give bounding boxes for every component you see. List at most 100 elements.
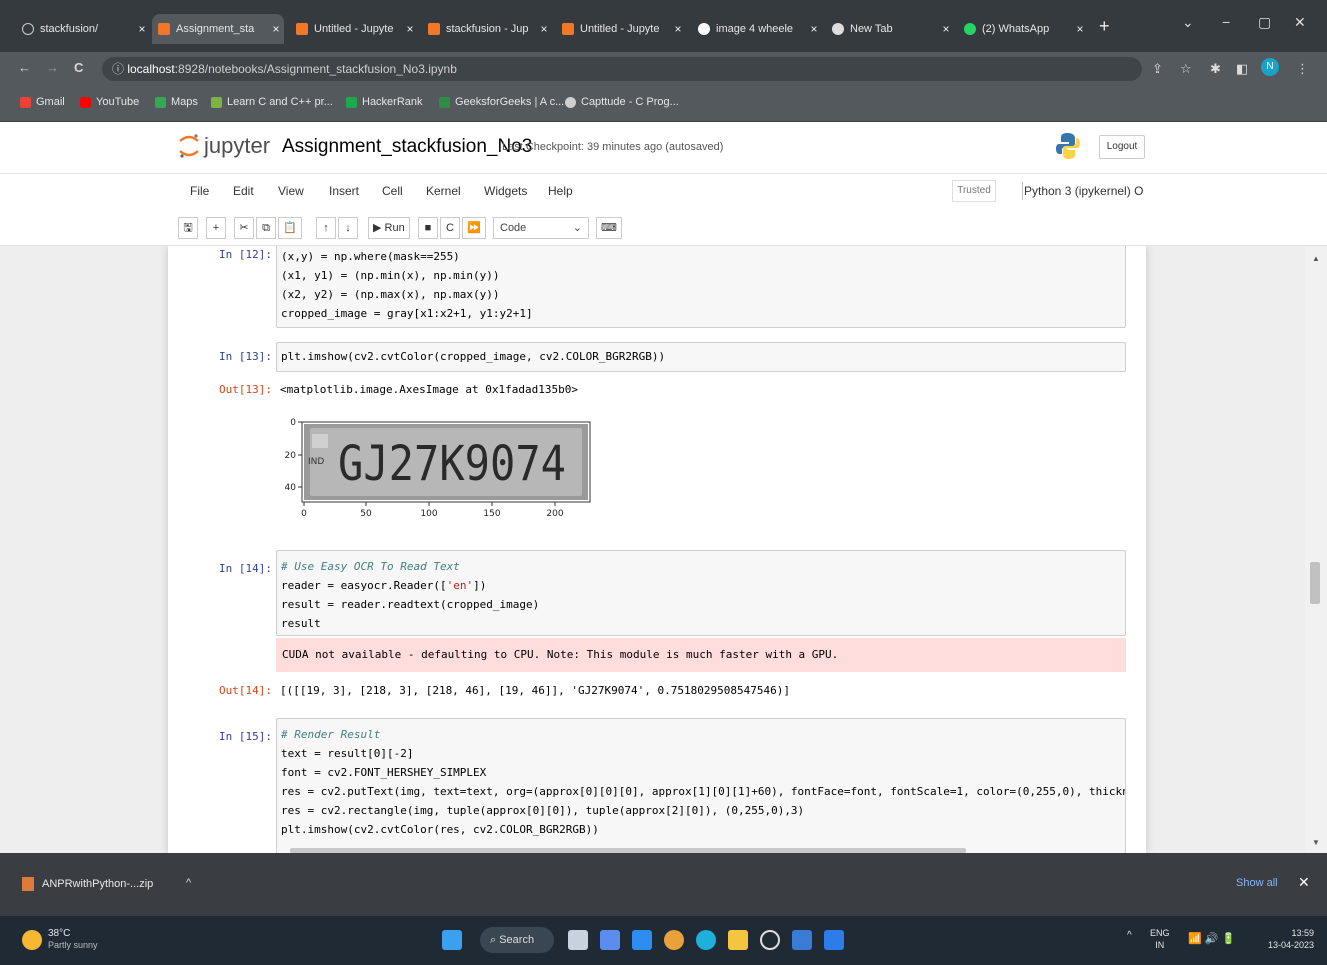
code-editor[interactable]: # Use Easy OCR To Read Text reader = easy…	[276, 550, 1126, 636]
jupyter-logo[interactable]: jupyter	[178, 132, 270, 160]
app-circle-icon[interactable]	[760, 930, 780, 950]
tab-close-icon[interactable]: ×	[1072, 22, 1088, 36]
scroll-down-icon[interactable]: ▼	[1312, 838, 1320, 847]
bookmark-maps[interactable]: Maps	[155, 96, 198, 108]
tab-stackfusion-jupyter[interactable]: stackfusion - Jup ×	[422, 14, 552, 44]
move-up-button[interactable]: ↑	[316, 217, 336, 239]
tab-close-icon[interactable]: ×	[938, 22, 954, 36]
restart-run-all-button[interactable]: ⏩	[462, 217, 486, 239]
edge-icon[interactable]	[696, 930, 716, 950]
trusted-badge[interactable]: Trusted	[952, 180, 996, 202]
tab-image-4-wheeler[interactable]: image 4 wheele ×	[692, 14, 822, 44]
scroll-up-icon[interactable]: ▲	[1312, 254, 1320, 263]
menu-file[interactable]: File	[190, 184, 209, 198]
language-indicator[interactable]: ENG IN	[1150, 927, 1170, 951]
clock[interactable]: 13:59 13-04-2023	[1268, 927, 1314, 951]
command-palette-button[interactable]: ⌨	[596, 217, 622, 239]
store-icon[interactable]	[632, 930, 652, 950]
code-cell-14[interactable]: In [14]: # Use Easy OCR To Read Text read…	[200, 550, 1126, 710]
plate-text: GJ27K9074	[338, 436, 566, 492]
bookmark-star-icon[interactable]: ☆	[1180, 61, 1192, 77]
code-cell-12[interactable]: In [12]: (x,y) = np.where(mask==255) (x1,…	[200, 246, 1126, 330]
windows-start-icon[interactable]	[442, 930, 462, 950]
menu-kernel[interactable]: Kernel	[426, 184, 461, 198]
notebook-title[interactable]: Assignment_stackfusion_No3	[282, 136, 532, 158]
sidepanel-icon[interactable]: ◧	[1236, 61, 1248, 77]
tray-overflow-icon[interactable]: ^	[1127, 930, 1132, 941]
cut-button[interactable]: ✂	[234, 217, 254, 239]
notebook-area: In [12]: (x,y) = np.where(mask==255) (x1,…	[0, 246, 1327, 853]
code-editor[interactable]: (x,y) = np.where(mask==255) (x1, y1) = (n…	[276, 246, 1126, 328]
task-view-icon[interactable]	[568, 930, 588, 950]
code-cell-13[interactable]: In [13]: plt.imshow(cv2.cvtColor(cropped…	[200, 342, 1126, 538]
code-cell-15[interactable]: In [15]: # Render Result text = result[0]…	[200, 718, 1126, 853]
tab-assignment[interactable]: Assignment_sta ×	[152, 14, 284, 44]
captitude-icon	[565, 96, 576, 108]
bookmark-geeksforgeeks[interactable]: GeeksforGeeks | A c...	[439, 96, 564, 108]
run-button[interactable]: ▶ Run	[368, 217, 410, 239]
menu-help[interactable]: Help	[548, 184, 573, 198]
tab-close-icon[interactable]: ×	[536, 22, 552, 36]
tab-search-icon[interactable]: ⌄	[1182, 14, 1194, 31]
cell-type-select[interactable]: Code ⌄	[493, 217, 589, 239]
gmail-icon	[20, 96, 31, 108]
menu-view[interactable]: View	[278, 184, 304, 198]
tab-new-tab[interactable]: New Tab ×	[826, 14, 954, 44]
code-editor[interactable]: # Render Result text = result[0][-2] font …	[276, 718, 1126, 853]
tab-close-icon[interactable]: ×	[134, 22, 150, 36]
tab-close-icon[interactable]: ×	[402, 22, 418, 36]
extensions-icon[interactable]: ✱	[1210, 61, 1221, 77]
tab-untitled-2[interactable]: Untitled - Jupyte ×	[556, 14, 686, 44]
chrome-taskbar-icon[interactable]	[664, 930, 684, 950]
tab-close-icon[interactable]: ×	[806, 22, 822, 36]
bookmark-captitude[interactable]: Capttude - C Prog...	[565, 96, 679, 108]
url-bar[interactable]: ⓘ localhost:8928/notebooks/Assignment_st…	[102, 57, 1142, 81]
vertical-scrollbar[interactable]: ▲ ▼	[1305, 246, 1327, 853]
wifi-volume-battery-icon[interactable]: 📶 🔊 🔋	[1188, 932, 1235, 945]
insert-cell-button[interactable]: +	[206, 217, 226, 239]
close-window-button[interactable]: ✕	[1294, 14, 1306, 31]
close-downloads-button[interactable]: ✕	[1298, 874, 1310, 891]
download-item[interactable]: ANPRwithPython-...zip	[22, 877, 153, 891]
save-button[interactable]: 🖫	[178, 217, 198, 239]
weather-widget[interactable]: 38°C Partly sunny	[22, 928, 98, 951]
photos-icon[interactable]	[792, 930, 812, 950]
forward-button[interactable]: →	[46, 60, 59, 75]
logout-button[interactable]: Logout	[1099, 135, 1145, 159]
scrollbar-thumb[interactable]	[1310, 562, 1320, 604]
browser-menu-icon[interactable]: ⋮	[1296, 61, 1309, 77]
show-all-downloads-link[interactable]: Show all	[1236, 877, 1278, 889]
menu-cell[interactable]: Cell	[382, 184, 403, 198]
bookmark-hackerrank[interactable]: HackerRank	[346, 96, 423, 108]
menu-edit[interactable]: Edit	[233, 184, 254, 198]
file-explorer-icon[interactable]	[728, 930, 748, 950]
bookmark-youtube[interactable]: YouTube	[80, 96, 139, 108]
new-tab-button[interactable]: +	[1099, 16, 1110, 37]
move-down-button[interactable]: ↓	[338, 217, 358, 239]
download-options-icon[interactable]: ^	[186, 877, 191, 889]
restart-button[interactable]: C	[440, 217, 460, 239]
paste-button[interactable]: 📋	[278, 217, 302, 239]
menu-insert[interactable]: Insert	[329, 184, 359, 198]
copy-button[interactable]: ⧉	[256, 217, 276, 239]
back-button[interactable]: ←	[18, 60, 31, 75]
taskbar-search[interactable]: ⌕ Search	[480, 927, 554, 953]
bookmark-gmail[interactable]: Gmail	[20, 96, 65, 108]
reload-button[interactable]: C	[74, 60, 83, 75]
bookmark-learn-c[interactable]: Learn C and C++ pr...	[211, 96, 333, 108]
share-icon[interactable]: ⇪	[1152, 61, 1163, 77]
code-editor[interactable]: plt.imshow(cv2.cvtColor(cropped_image, c…	[276, 342, 1126, 372]
tab-untitled-1[interactable]: Untitled - Jupyte ×	[290, 14, 418, 44]
tab-close-icon[interactable]: ×	[670, 22, 686, 36]
minimize-button[interactable]: −	[1222, 14, 1230, 30]
interrupt-button[interactable]: ■	[418, 217, 438, 239]
maximize-button[interactable]: ▢	[1258, 14, 1271, 31]
menu-widgets[interactable]: Widgets	[484, 184, 527, 198]
tab-whatsapp[interactable]: (2) WhatsApp ×	[958, 14, 1088, 44]
vscode-icon[interactable]	[824, 930, 844, 950]
tab-stackfusion[interactable]: stackfusion/ ×	[16, 14, 150, 44]
plate-image-plot: IND GJ27K9074 0 20 40 0 50 100 150 200	[285, 418, 591, 519]
tab-close-icon[interactable]: ×	[268, 22, 284, 36]
chat-icon[interactable]	[600, 930, 620, 950]
profile-avatar[interactable]: N	[1261, 58, 1279, 76]
